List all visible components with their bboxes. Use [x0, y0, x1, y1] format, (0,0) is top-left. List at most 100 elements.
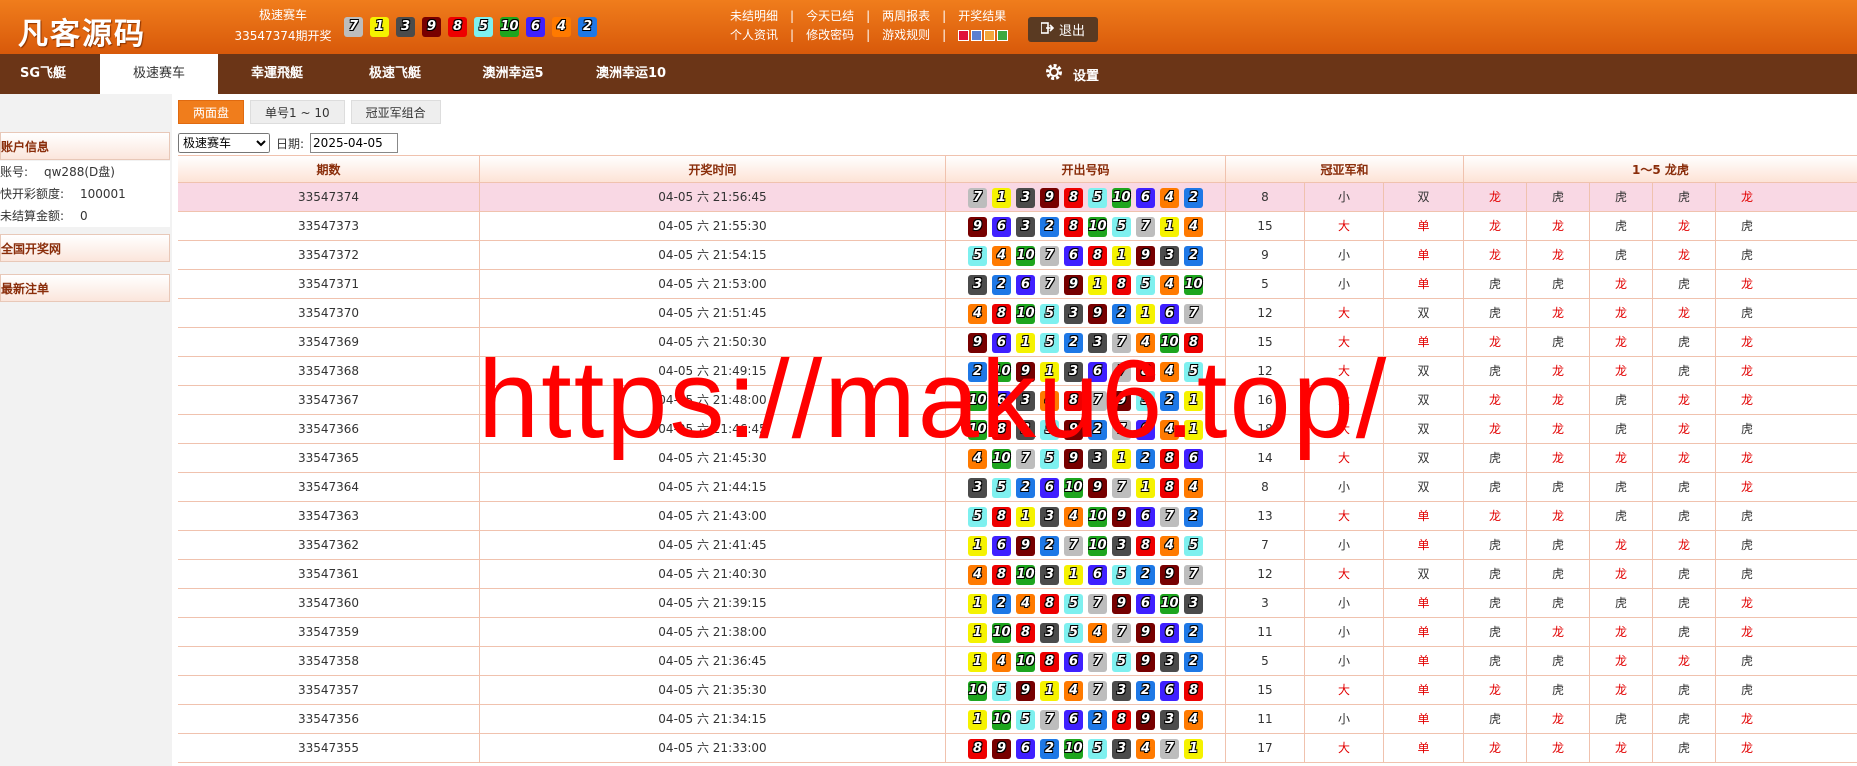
- number-ball: 9: [992, 738, 1011, 759]
- big-small-cell: 小: [1304, 183, 1383, 212]
- big-small-cell: 大: [1304, 328, 1383, 357]
- top-link[interactable]: 游戏规则: [882, 26, 930, 45]
- game-nav: SG飞艇 极速赛车 幸運飛艇 极速飞艇 澳洲幸运5 澳洲幸运10 设置: [0, 54, 1857, 94]
- nav-tab[interactable]: 极速赛车: [100, 54, 218, 94]
- draw-number-cell: 33547362: [297, 538, 360, 552]
- number-ball: 10: [968, 680, 987, 701]
- big-small-cell: 小: [1304, 647, 1383, 676]
- number-ball: 4: [552, 17, 571, 37]
- dragon-tiger-cell: 虎: [1589, 241, 1652, 270]
- dragon-tiger-cell: 龙: [1715, 618, 1778, 647]
- number-ball: 10: [1184, 274, 1203, 295]
- number-ball: 8: [992, 419, 1011, 440]
- sum-cell: 5: [1225, 647, 1304, 676]
- date-input[interactable]: [310, 133, 399, 153]
- number-ball: 8: [1136, 535, 1155, 556]
- date-label: 日期:: [276, 136, 305, 151]
- dragon-tiger-cell: 龙: [1589, 560, 1652, 589]
- number-ball: 9: [1016, 361, 1035, 382]
- sub-tab[interactable]: 单号1 ~ 10: [250, 100, 345, 124]
- top-link[interactable]: 今天已结: [806, 7, 854, 26]
- number-ball: 2: [1136, 564, 1155, 585]
- number-ball: 7: [1088, 593, 1107, 614]
- game-select[interactable]: 极速赛车: [178, 133, 270, 153]
- number-ball: 1: [968, 535, 987, 556]
- sub-tabs: 两面盘 单号1 ~ 10 冠亚军组合: [178, 100, 441, 124]
- dragon-tiger-cell: 龙: [1526, 705, 1589, 734]
- ball-list: 3 5 2 6 10 9 7 1 8 4: [946, 473, 1225, 502]
- top-link[interactable]: 两周报表: [882, 7, 930, 26]
- sub-tab[interactable]: 冠亚军组合: [350, 100, 441, 124]
- number-ball: 7: [1112, 477, 1131, 498]
- theme-swatch[interactable]: [971, 30, 983, 41]
- theme-swatch[interactable]: [984, 30, 996, 41]
- number-ball: 10: [1088, 535, 1107, 556]
- dragon-tiger-cell: 虎: [1526, 183, 1589, 212]
- unsettled-value: 0: [80, 209, 88, 223]
- dragon-tiger-cell: 龙: [1589, 444, 1652, 473]
- number-ball: 1: [370, 17, 389, 37]
- number-ball: 7: [1016, 448, 1035, 469]
- number-ball: 4: [1064, 506, 1083, 527]
- dragon-tiger-cell: 虎: [1463, 531, 1526, 560]
- dragon-tiger-cell: 龙: [1652, 386, 1715, 415]
- number-ball: 7: [1088, 390, 1107, 411]
- top-link[interactable]: 开奖结果: [958, 7, 1006, 26]
- big-small-cell: 大: [1304, 560, 1383, 589]
- account-value: qw288(D盘): [44, 165, 115, 179]
- number-ball: 2: [1112, 303, 1131, 324]
- account-info-header[interactable]: 账户信息: [0, 132, 170, 160]
- link-separator: |: [942, 28, 947, 42]
- number-ball: 6: [1136, 593, 1155, 614]
- theme-swatch[interactable]: [997, 30, 1009, 41]
- latest-bets-header[interactable]: 最新注单: [0, 274, 170, 302]
- results-table: 期数 开奖时间 开出号码 冠亚军和 1～5 龙虎 33547374 04-05 六 21:…: [178, 155, 1857, 763]
- number-ball: 1: [1016, 506, 1035, 527]
- dragon-tiger-cell: 龙: [1715, 473, 1778, 502]
- ball-list: 3 2 6 7 9 1 8 5 4 10: [946, 270, 1225, 299]
- draw-time-cell: 04-05 六 21:48:00: [479, 386, 945, 415]
- number-ball: 10: [1160, 593, 1179, 614]
- dragon-tiger-cell: 虎: [1463, 618, 1526, 647]
- dragon-tiger-cell: 龙: [1715, 734, 1778, 763]
- big-small-cell: 小: [1304, 589, 1383, 618]
- dragon-tiger-cell: 龙: [1526, 357, 1589, 386]
- number-ball: 5: [968, 506, 987, 527]
- number-ball: 4: [968, 448, 987, 469]
- sub-tab[interactable]: 两面盘: [178, 100, 245, 124]
- nav-tab[interactable]: 极速飞艇: [336, 54, 454, 94]
- theme-swatch[interactable]: [958, 30, 970, 41]
- dragon-tiger-cell: 虎: [1463, 560, 1526, 589]
- draw-balls-cell: 8 9 6 2 10 5 3 4 7 1: [945, 734, 1225, 763]
- nav-tab[interactable]: 澳洲幸运10: [572, 54, 690, 94]
- logout-button[interactable]: 退出: [1028, 17, 1098, 42]
- dragon-tiger-cell: 龙: [1526, 241, 1589, 270]
- sum-cell: 12: [1225, 299, 1304, 328]
- big-small-cell: 小: [1304, 241, 1383, 270]
- settings-button[interactable]: 设置: [1043, 54, 1099, 94]
- dragon-tiger-cell: 虎: [1463, 705, 1526, 734]
- dragon-tiger-cell: 虎: [1652, 705, 1715, 734]
- number-ball: 7: [1064, 535, 1083, 556]
- number-ball: 1: [1184, 738, 1203, 759]
- nav-tab[interactable]: 幸運飛艇: [218, 54, 336, 94]
- number-ball: 1: [1112, 448, 1131, 469]
- big-small-cell: 大: [1304, 212, 1383, 241]
- nav-tab[interactable]: SG飞艇: [0, 54, 86, 94]
- national-draw-header[interactable]: 全国开奖网: [0, 234, 170, 262]
- sum-cell: 15: [1225, 328, 1304, 357]
- unsettled-label: 未结算金额:: [0, 209, 65, 223]
- big-small-cell: 大: [1304, 734, 1383, 763]
- dragon-tiger-cell: 虎: [1463, 473, 1526, 502]
- dragon-tiger-cell: 虎: [1652, 589, 1715, 618]
- top-link[interactable]: 未结明细: [730, 7, 778, 26]
- dragon-tiger-cell: 龙: [1589, 676, 1652, 705]
- number-ball: 9: [1064, 448, 1083, 469]
- number-ball: 6: [1016, 274, 1035, 295]
- number-ball: 8: [1088, 245, 1107, 266]
- nav-tab[interactable]: 澳洲幸运5: [454, 54, 572, 94]
- top-link[interactable]: 修改密码: [806, 26, 854, 45]
- top-link[interactable]: 个人资讯: [730, 26, 778, 45]
- dragon-tiger-cell: 龙: [1652, 444, 1715, 473]
- dragon-tiger-cell: 虎: [1715, 299, 1778, 328]
